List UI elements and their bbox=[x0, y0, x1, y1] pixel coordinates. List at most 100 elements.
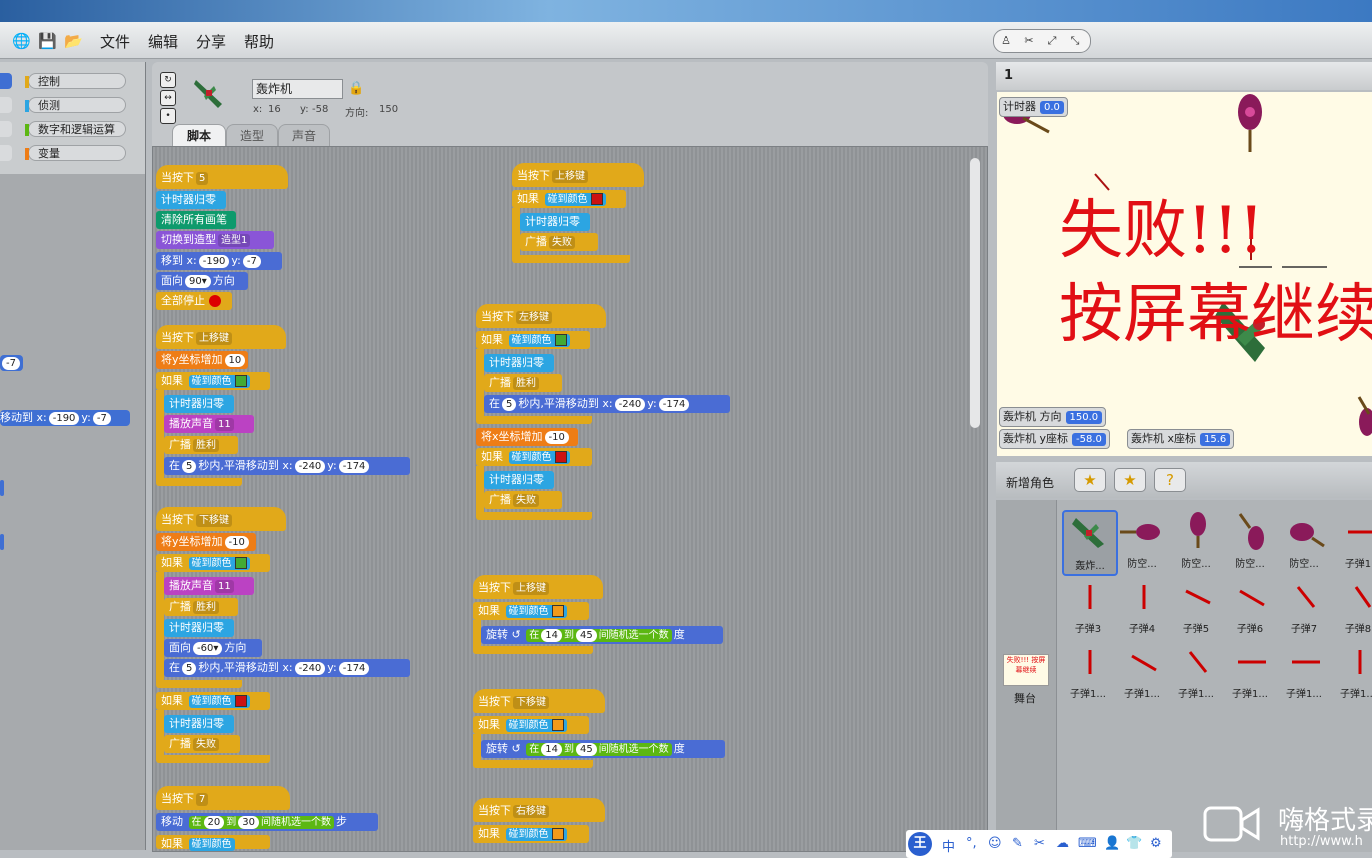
block-timer-reset-2[interactable]: 计时器归零 bbox=[164, 395, 234, 413]
hat-when-key-right[interactable]: 当按下 右移键 bbox=[473, 798, 605, 822]
block-broadcast-win-3[interactable]: 广播 胜利 bbox=[484, 374, 562, 392]
ime-logo[interactable]: 王 bbox=[908, 832, 932, 856]
block-point-direction[interactable]: 面向 90▾ 方向 bbox=[156, 272, 248, 290]
block-change-y-neg[interactable]: 将y坐标增加 -10 bbox=[156, 533, 256, 551]
monitor-y[interactable]: 轰炸机 y座标 -58.0 bbox=[999, 429, 1110, 449]
shrink-icon[interactable]: ⤡ bbox=[1065, 33, 1085, 49]
block-glide-3[interactable]: 在 5 秒内,平滑移动到 x: -240 y: -174 bbox=[484, 395, 730, 413]
lock-icon[interactable]: 🔒 bbox=[348, 81, 364, 96]
stamp-icon[interactable]: ♙ bbox=[996, 33, 1016, 49]
ime-keyboard-icon[interactable]: ⌨ bbox=[1078, 836, 1097, 851]
block-broadcast-win-2[interactable]: 广播 胜利 bbox=[164, 598, 238, 616]
block-broadcast-win[interactable]: 广播 胜利 bbox=[164, 436, 238, 454]
sprite-thumb-bullet5[interactable]: 子弹5 bbox=[1170, 575, 1222, 637]
block-turn-random-2[interactable]: 旋转 ↺ 在 14 到 45 间随机选一个数度 bbox=[481, 740, 725, 758]
category-looks-tab[interactable] bbox=[0, 97, 12, 113]
block-play-sound-2[interactable]: 播放声音 11 bbox=[164, 577, 254, 595]
sprite-thumb-bullet-r3-2[interactable]: 子弹1... bbox=[1116, 640, 1168, 702]
sprite-thumb-bullet-r3-6[interactable]: 子弹1... bbox=[1332, 640, 1372, 702]
monitor-timer[interactable]: 计时器 0.0 bbox=[999, 97, 1068, 117]
palette-block-goto[interactable]: 移动到 x: -190 y: -7 bbox=[0, 410, 130, 426]
block-if-touch-partial[interactable]: 如果 碰到颜色 bbox=[156, 835, 270, 851]
menu-help[interactable]: 帮助 bbox=[244, 31, 274, 52]
ime-scissors-icon[interactable]: ✂ bbox=[1034, 836, 1045, 851]
block-point-direction-2[interactable]: 面向 -60▾ 方向 bbox=[164, 639, 262, 657]
grow-icon[interactable]: ⤢ bbox=[1042, 33, 1062, 49]
sprite-thumb-bullet-r3-1[interactable]: 子弹1... bbox=[1062, 640, 1114, 702]
block-timer-reset-6[interactable]: 计时器归零 bbox=[484, 354, 554, 372]
monitor-direction[interactable]: 轰炸机 方向 150.0 bbox=[999, 407, 1107, 427]
share-icon[interactable]: 📂 bbox=[64, 32, 83, 50]
flip-style-icon[interactable]: ↔ bbox=[160, 90, 176, 106]
hat-when-key-down-2[interactable]: 当按下 下移键 bbox=[473, 689, 605, 713]
block-play-sound[interactable]: 播放声音 11 bbox=[164, 415, 254, 433]
paint-sprite-icon[interactable]: ★ bbox=[1074, 468, 1106, 492]
block-glide[interactable]: 在 5 秒内,平滑移动到 x: -240 y: -174 bbox=[164, 457, 410, 475]
ime-settings-icon[interactable]: ⚙ bbox=[1150, 836, 1162, 851]
hat-when-key-up-2[interactable]: 当按下 上移键 bbox=[512, 163, 644, 187]
ime-emoji-icon[interactable]: ☺ bbox=[988, 836, 1002, 851]
block-goto-xy[interactable]: 移到 x: -190 y: -7 bbox=[156, 252, 282, 270]
block-turn-random[interactable]: 旋转 ↺ 在 14 到 45 间随机选一个数度 bbox=[481, 626, 723, 644]
block-if-orange-3[interactable]: 如果 碰到颜色 bbox=[473, 825, 589, 843]
menu-file[interactable]: 文件 bbox=[100, 31, 130, 52]
hat-when-key-7[interactable]: 当按下 7 bbox=[156, 786, 290, 810]
sprite-name-field[interactable]: 轰炸机 bbox=[252, 79, 343, 99]
category-operators[interactable]: 数字和逻辑运算 bbox=[25, 121, 126, 137]
block-if-orange[interactable]: 如果 碰到颜色 bbox=[473, 602, 589, 620]
stage-thumbnail[interactable]: 失败!!! 按屏幕继续 bbox=[1003, 654, 1049, 686]
rotate-style-icon[interactable]: ↻ bbox=[160, 72, 176, 88]
block-broadcast-fail-2[interactable]: 广播 失败 bbox=[520, 233, 598, 251]
random-sprite-icon[interactable]: ? bbox=[1154, 468, 1186, 492]
block-broadcast-fail-3[interactable]: 广播 失败 bbox=[484, 491, 562, 509]
sprite-thumb-aa1[interactable]: 防空... bbox=[1116, 510, 1168, 572]
save-icon[interactable]: 💾 bbox=[38, 32, 57, 50]
monitor-x[interactable]: 轰炸机 x座标 15.6 bbox=[1127, 429, 1235, 449]
hat-when-key-up-3[interactable]: 当按下 上移键 bbox=[473, 575, 603, 599]
category-pen-tab[interactable] bbox=[0, 145, 12, 161]
ime-user-icon[interactable]: 👤 bbox=[1104, 836, 1120, 851]
category-variables[interactable]: 变量 bbox=[25, 145, 126, 161]
tab-sounds[interactable]: 声音 bbox=[278, 124, 330, 147]
menu-share[interactable]: 分享 bbox=[196, 31, 226, 52]
palette-block-set-y[interactable]: -7 bbox=[0, 355, 23, 371]
block-if-green[interactable]: 如果 碰到颜色 bbox=[476, 331, 590, 349]
hat-when-key-up[interactable]: 当按下 上移键 bbox=[156, 325, 286, 349]
block-timer-reset-5[interactable]: 计时器归零 bbox=[520, 213, 590, 231]
block-timer-reset-4[interactable]: 计时器归零 bbox=[164, 715, 234, 733]
sprite-thumb-bullet4[interactable]: 子弹4 bbox=[1116, 575, 1168, 637]
block-timer-reset-3[interactable]: 计时器归零 bbox=[164, 619, 234, 637]
block-move-random[interactable]: 移动 在 20 到 30 间随机选一个数步 bbox=[156, 813, 378, 831]
ime-lang-icon[interactable]: 中 bbox=[942, 836, 955, 855]
block-if-touch-color[interactable]: 如果 碰到颜色 bbox=[156, 372, 270, 390]
block-timer-reset[interactable]: 计时器归零 bbox=[156, 191, 226, 209]
block-broadcast-fail[interactable]: 广播 失败 bbox=[164, 735, 240, 753]
category-sensing[interactable]: 侦测 bbox=[25, 97, 126, 113]
block-change-x[interactable]: 将x坐标增加 -10 bbox=[476, 428, 578, 446]
hat-when-key-down[interactable]: 当按下 下移键 bbox=[156, 507, 286, 531]
block-if-red-2[interactable]: 如果 碰到颜色 bbox=[476, 448, 592, 466]
ime-pen-icon[interactable]: ✎ bbox=[1012, 836, 1023, 851]
sprite-thumb-bullet8[interactable]: 子弹8 bbox=[1332, 575, 1372, 637]
sprite-thumb-bullet3[interactable]: 子弹3 bbox=[1062, 575, 1114, 637]
palette-block-stub[interactable] bbox=[0, 480, 4, 496]
block-if-touch-red[interactable]: 如果 碰到颜色 bbox=[156, 692, 270, 710]
globe-icon[interactable]: 🌐 bbox=[12, 32, 31, 50]
sprite-thumb-aa3[interactable]: 防空... bbox=[1224, 510, 1276, 572]
block-if-orange-2[interactable]: 如果 碰到颜色 bbox=[473, 716, 589, 734]
ime-punct-icon[interactable]: °, bbox=[966, 836, 977, 851]
palette-block-stub-2[interactable] bbox=[0, 534, 4, 550]
sprite-thumb-bullet6[interactable]: 子弹6 bbox=[1224, 575, 1276, 637]
sprite-thumb-bullet7[interactable]: 子弹7 bbox=[1278, 575, 1330, 637]
tab-scripts[interactable]: 脚本 bbox=[172, 124, 226, 147]
ime-cloud-icon[interactable]: ☁ bbox=[1056, 836, 1069, 851]
block-stop-all[interactable]: 全部停止 bbox=[156, 292, 232, 310]
sprite-thumb-bullet-r3-3[interactable]: 子弹1... bbox=[1170, 640, 1222, 702]
sprite-thumb-bullet1[interactable]: 子弹1 bbox=[1332, 510, 1372, 572]
block-switch-costume[interactable]: 切换到造型 造型1 bbox=[156, 231, 274, 249]
sprite-thumb-bullet-r3-4[interactable]: 子弹1... bbox=[1224, 640, 1276, 702]
block-if-red[interactable]: 如果 碰到颜色 bbox=[512, 190, 626, 208]
block-change-y[interactable]: 将y坐标增加 10 bbox=[156, 351, 248, 369]
scissors-icon[interactable]: ✂ bbox=[1019, 33, 1039, 49]
menu-edit[interactable]: 编辑 bbox=[148, 31, 178, 52]
